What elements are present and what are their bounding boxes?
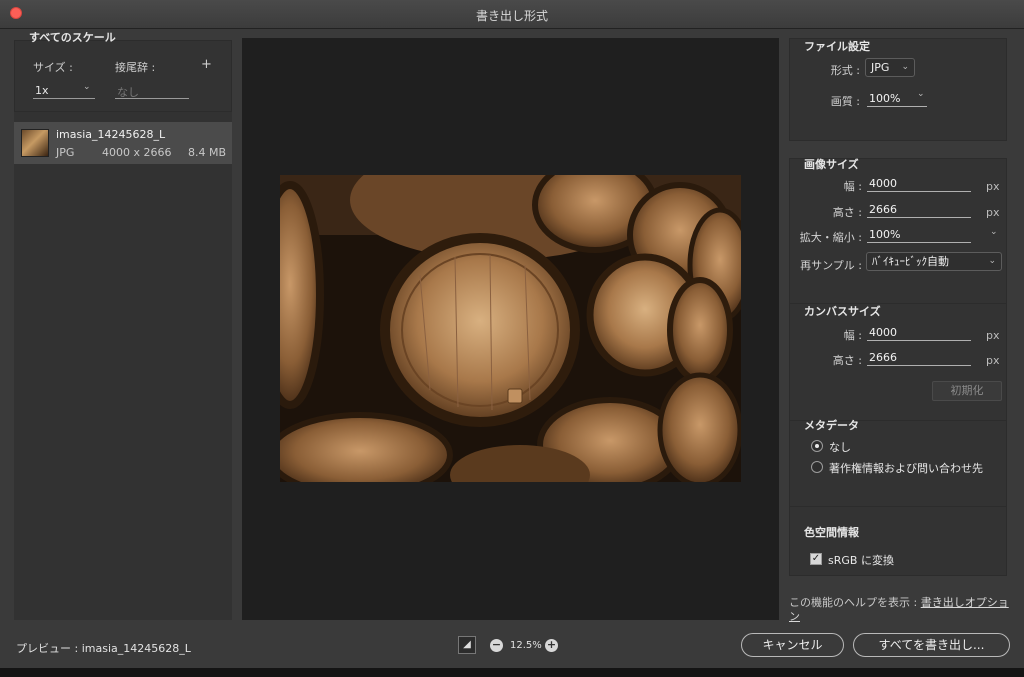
asset-thumbnail bbox=[21, 129, 49, 157]
suffix-input[interactable]: なし bbox=[115, 84, 189, 99]
resample-value: ﾊﾞｲｷｭｰﾋﾞｯｸ自動 bbox=[872, 255, 949, 268]
image-width-unit: px bbox=[986, 180, 1000, 193]
quality-value: 100% bbox=[869, 92, 901, 105]
metadata-copyright-label[interactable]: 著作権情報および問い合わせ先 bbox=[829, 460, 983, 476]
image-width-label: 幅 : bbox=[843, 180, 862, 193]
fit-to-screen-icon[interactable]: ◢ bbox=[458, 636, 476, 654]
srgb-label[interactable]: sRGB に変換 bbox=[828, 552, 894, 568]
scale-value: 100% bbox=[869, 228, 901, 241]
image-height-unit: px bbox=[986, 206, 1000, 219]
help-prefix: この機能のヘルプを表示 : bbox=[789, 596, 921, 609]
canvas-height-value: 2666 bbox=[869, 351, 897, 364]
size-select[interactable]: 1x ⌄ bbox=[33, 82, 95, 99]
export-as-dialog: 書き出し形式 すべてのスケール サイズ : 接尾辞 : + 1x ⌄ なし im… bbox=[0, 0, 1024, 677]
color-space-group: 色空間情報 ✓ sRGB に変換 bbox=[789, 506, 1007, 576]
quality-select[interactable]: 100% ⌄ bbox=[867, 89, 927, 107]
color-space-title: 色空間情報 bbox=[804, 526, 859, 539]
asset-dimensions: 4000 x 2666 bbox=[102, 146, 172, 159]
canvas-size-title: カンバスサイズ bbox=[804, 305, 881, 318]
help-text: この機能のヘルプを表示 : 書き出しオプション bbox=[789, 596, 1011, 624]
metadata-group: メタデータ なし 著作権情報および問い合わせ先 bbox=[789, 419, 1007, 515]
reset-canvas-button[interactable]: 初期化 bbox=[932, 381, 1002, 401]
file-settings-title: ファイル設定 bbox=[804, 40, 870, 53]
chevron-down-icon[interactable]: ⌄ bbox=[990, 227, 998, 237]
format-value: JPG bbox=[871, 61, 890, 74]
resample-label: 再サンプル : bbox=[800, 259, 862, 272]
image-size-title: 画像サイズ bbox=[804, 158, 859, 171]
canvas-width-input[interactable]: 4000 bbox=[867, 326, 971, 341]
format-label: 形式 : bbox=[830, 64, 860, 77]
metadata-title: メタデータ bbox=[804, 419, 859, 432]
preview-canvas[interactable] bbox=[242, 38, 779, 620]
barrels-photo bbox=[280, 175, 741, 482]
canvas-width-value: 4000 bbox=[869, 326, 897, 339]
canvas-height-unit: px bbox=[986, 354, 1000, 367]
suffix-placeholder: なし bbox=[117, 86, 139, 99]
file-settings-group: ファイル設定 形式 : JPG ⌄ 画質 : 100% ⌄ bbox=[789, 38, 1007, 141]
canvas-height-input[interactable]: 2666 bbox=[867, 351, 971, 366]
chevron-down-icon: ⌄ bbox=[917, 89, 925, 99]
chevron-down-icon: ⌄ bbox=[901, 62, 909, 72]
scale-input[interactable]: 100% bbox=[867, 228, 971, 243]
title-bar: 書き出し形式 bbox=[0, 0, 1024, 29]
add-scale-button[interactable]: + bbox=[201, 57, 212, 72]
asset-name: imasia_14245628_L bbox=[56, 128, 166, 141]
cancel-button[interactable]: キャンセル bbox=[741, 633, 844, 657]
asset-list-item[interactable]: imasia_14245628_L JPG 4000 x 2666 8.4 MB bbox=[14, 122, 232, 164]
image-height-input[interactable]: 2666 bbox=[867, 203, 971, 218]
canvas-width-unit: px bbox=[986, 329, 1000, 342]
resample-select[interactable]: ﾊﾞｲｷｭｰﾋﾞｯｸ自動 ⌄ bbox=[866, 252, 1002, 271]
window-title: 書き出し形式 bbox=[475, 9, 548, 23]
preview-filename: プレビュー : imasia_14245628_L bbox=[16, 642, 191, 655]
image-width-input[interactable]: 4000 bbox=[867, 177, 971, 192]
metadata-none-radio[interactable] bbox=[811, 440, 823, 452]
metadata-copyright-radio[interactable] bbox=[811, 461, 823, 473]
zoom-out-icon[interactable]: − bbox=[490, 639, 503, 652]
export-all-button[interactable]: すべてを書き出し... bbox=[853, 633, 1010, 657]
bottom-bar: プレビュー : imasia_14245628_L ◢ − 12.5% + キャ… bbox=[0, 622, 1024, 668]
metadata-none-label[interactable]: なし bbox=[829, 439, 851, 455]
preview-image bbox=[280, 175, 741, 482]
size-label: サイズ : bbox=[33, 61, 73, 74]
asset-filesize: 8.4 MB bbox=[188, 146, 227, 159]
image-height-label: 高さ : bbox=[832, 206, 862, 219]
canvas-height-label: 高さ : bbox=[832, 354, 862, 367]
image-height-value: 2666 bbox=[869, 203, 897, 216]
zoom-level: 12.5% bbox=[510, 640, 542, 651]
format-select[interactable]: JPG ⌄ bbox=[865, 58, 915, 77]
size-value: 1x bbox=[35, 84, 49, 97]
srgb-checkbox[interactable]: ✓ bbox=[810, 553, 822, 565]
chevron-down-icon: ⌄ bbox=[83, 82, 91, 92]
image-width-value: 4000 bbox=[869, 177, 897, 190]
assets-panel: すべてのスケール サイズ : 接尾辞 : + 1x ⌄ なし imasia_14… bbox=[14, 31, 232, 620]
scale-settings: すべてのスケール サイズ : 接尾辞 : + 1x ⌄ なし bbox=[14, 31, 232, 112]
settings-panel: ファイル設定 形式 : JPG ⌄ 画質 : 100% ⌄ 画像サイズ 幅 : … bbox=[789, 28, 1011, 623]
background-strip bbox=[0, 668, 1024, 677]
canvas-size-group: カンバスサイズ 幅 : 4000 px 高さ : 2666 px 初期化 bbox=[789, 303, 1007, 421]
quality-label: 画質 : bbox=[830, 95, 860, 108]
suffix-label: 接尾辞 : bbox=[115, 61, 156, 74]
asset-format: JPG bbox=[56, 146, 75, 159]
chevron-down-icon: ⌄ bbox=[988, 256, 996, 266]
scale-section-title: すべてのスケール bbox=[29, 31, 116, 44]
scale-label: 拡大・縮小 : bbox=[799, 231, 862, 244]
zoom-in-icon[interactable]: + bbox=[545, 639, 558, 652]
canvas-width-label: 幅 : bbox=[843, 329, 862, 342]
image-size-group: 画像サイズ 幅 : 4000 px 高さ : 2666 px 拡大・縮小 : 1… bbox=[789, 158, 1007, 308]
